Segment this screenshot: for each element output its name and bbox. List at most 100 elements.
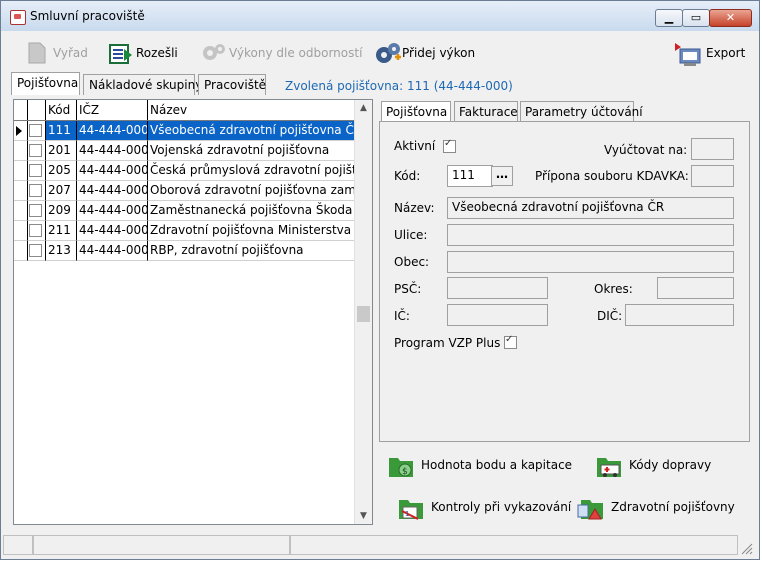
row-select-checkbox[interactable]: [28, 181, 46, 201]
vyuctovat-field[interactable]: [691, 138, 734, 160]
table-row[interactable]: 209 44-444-000 Zaměstnanecká pojišťovna …: [14, 201, 358, 221]
kontroly-button[interactable]: 1 Kontroly při vykazování: [397, 491, 571, 523]
cell-nazev: Zaměstnanecká pojišťovna Škoda: [148, 201, 358, 221]
program-vzp-label: Program VZP Plus: [394, 336, 501, 350]
checkbox-icon: [29, 244, 42, 257]
cell-nazev: Všeobecná zdravotní pojišťovna ČR: [148, 121, 358, 141]
detail-tab-fakturace[interactable]: Fakturace: [454, 101, 518, 122]
kod-label: Kód:: [394, 169, 421, 183]
minimize-button[interactable]: ▁: [655, 9, 683, 27]
table-row[interactable]: 207 44-444-000 Oborová zdravotní pojišťo…: [14, 181, 358, 201]
row-indicator-header: [14, 100, 28, 120]
export-button[interactable]: Export: [672, 38, 745, 68]
cell-kod: 205: [46, 161, 77, 181]
hodnota-bodu-button[interactable]: $ Hodnota bodu a kapitace: [387, 449, 572, 481]
close-button[interactable]: ✕: [709, 9, 752, 27]
vyrad-button[interactable]: Vyřad: [25, 38, 88, 68]
toolbar: Vyřad Rozešli Výkony dle odborností Přid…: [1, 32, 759, 72]
nazev-label: Název:: [394, 201, 435, 215]
aktivni-checkbox[interactable]: [443, 138, 456, 153]
folder-ambulance-icon: [595, 451, 623, 479]
row-select-checkbox[interactable]: [28, 161, 46, 181]
aktivni-label: Aktivní: [394, 139, 436, 153]
row-indicator: [14, 241, 28, 261]
cell-nazev: Zdravotní pojišťovna Ministerstva vnitra: [148, 221, 358, 241]
scroll-thumb[interactable]: [357, 306, 370, 322]
table-row[interactable]: 211 44-444-000 Zdravotní pojišťovna Mini…: [14, 221, 358, 241]
folder-check-icon: 1: [397, 493, 425, 521]
cell-icz: 44-444-000: [77, 241, 148, 261]
row-indicator: [14, 221, 28, 241]
app-icon: [10, 10, 26, 25]
column-nazev[interactable]: Název: [148, 100, 358, 120]
checkbox-icon: [29, 204, 42, 217]
table-row[interactable]: 213 44-444-000 RBP, zdravotní pojišťovna: [14, 241, 358, 261]
row-indicator: [14, 181, 28, 201]
gears-icon: [201, 41, 225, 65]
cell-kod: 213: [46, 241, 77, 261]
dic-label: DIČ:: [597, 309, 623, 323]
row-indicator: [14, 121, 28, 141]
grid-scrollbar[interactable]: ▲ ▼: [354, 100, 372, 524]
row-select-checkbox[interactable]: [28, 121, 46, 141]
obec-label: Obec:: [394, 255, 430, 269]
kody-dopravy-button[interactable]: Kódy dopravy: [595, 449, 711, 481]
column-kod[interactable]: Kód: [46, 100, 77, 120]
psc-field[interactable]: [447, 277, 548, 299]
column-icz[interactable]: IČZ: [77, 100, 148, 120]
rozesli-button[interactable]: Rozešli: [108, 38, 178, 68]
checkbox-header: [28, 100, 46, 120]
window-title: Smluvní pracoviště: [30, 9, 145, 23]
pridej-vykon-label: Přidej výkon: [402, 46, 476, 60]
maximize-button[interactable]: ▭: [682, 9, 710, 27]
ic-field[interactable]: [447, 304, 548, 326]
ulice-label: Ulice:: [394, 228, 428, 242]
selected-insurance-info: Zvolená pojišťovna: 111 (44-444-000): [285, 79, 513, 93]
okres-field[interactable]: [657, 277, 734, 299]
cell-kod: 209: [46, 201, 77, 221]
export-label: Export: [706, 46, 746, 60]
scroll-up-icon[interactable]: ▲: [355, 100, 372, 116]
pridej-vykon-button[interactable]: Přidej výkon: [374, 38, 475, 68]
program-vzp-checkbox[interactable]: [504, 334, 517, 349]
cell-icz: 44-444-000: [77, 221, 148, 241]
nazev-field[interactable]: Všeobecná zdravotní pojišťovna ČR: [447, 197, 734, 219]
table-row[interactable]: 205 44-444-000 Česká průmyslová zdravotn…: [14, 161, 358, 181]
cell-icz: 44-444-000: [77, 201, 148, 221]
checkbox-icon: [29, 164, 42, 177]
tab-pojistovna[interactable]: Pojišťovna: [11, 72, 80, 95]
table-row[interactable]: 201 44-444-000 Vojenská zdravotní pojišť…: [14, 141, 358, 161]
cell-nazev: Vojenská zdravotní pojišťovna: [148, 141, 358, 161]
gears-add-icon: [374, 41, 401, 65]
row-select-checkbox[interactable]: [28, 221, 46, 241]
detail-tab-parametry[interactable]: Parametry účtování: [520, 101, 643, 122]
grid-header: Kód IČZ Název: [14, 100, 358, 121]
checkbox-icon: [29, 184, 42, 197]
main-window: Smluvní pracoviště ▁ ▭ ✕ Vyřad Rozešli V…: [0, 0, 760, 560]
title-bar: Smluvní pracoviště ▁ ▭ ✕: [1, 1, 759, 31]
cell-nazev: RBP, zdravotní pojišťovna: [148, 241, 358, 261]
ulice-field[interactable]: [447, 224, 734, 246]
cell-kod: 201: [46, 141, 77, 161]
tab-pracoviste[interactable]: Pracoviště: [198, 74, 266, 95]
pripona-label: Přípona souboru KDAVKA:: [535, 169, 689, 183]
row-select-checkbox[interactable]: [28, 201, 46, 221]
pripona-field[interactable]: [691, 165, 734, 187]
row-select-checkbox[interactable]: [28, 141, 46, 161]
resize-grip-icon[interactable]: [741, 543, 753, 555]
scroll-down-icon[interactable]: ▼: [355, 508, 372, 524]
dic-field[interactable]: [625, 304, 734, 326]
obec-field[interactable]: [447, 251, 734, 273]
zdravotni-pojistovny-button[interactable]: Zdravotní pojišťovny: [577, 491, 735, 523]
insurance-grid[interactable]: Kód IČZ Název 111 44-444-000 Všeobecná z…: [13, 99, 373, 525]
kod-lookup-button[interactable]: …: [491, 166, 513, 186]
row-select-checkbox[interactable]: [28, 241, 46, 261]
vykony-button[interactable]: Výkony dle odborností: [201, 38, 362, 68]
send-list-icon: [108, 41, 132, 65]
tab-nakladove-skupiny[interactable]: Nákladové skupiny: [83, 74, 202, 95]
table-row[interactable]: 111 44-444-000 Všeobecná zdravotní pojiš…: [14, 121, 358, 141]
detail-tab-pojistovna[interactable]: Pojišťovna: [381, 101, 451, 123]
maximize-icon: ▭: [690, 11, 702, 24]
cell-icz: 44-444-000: [77, 161, 148, 181]
kod-field[interactable]: 111: [447, 165, 493, 187]
